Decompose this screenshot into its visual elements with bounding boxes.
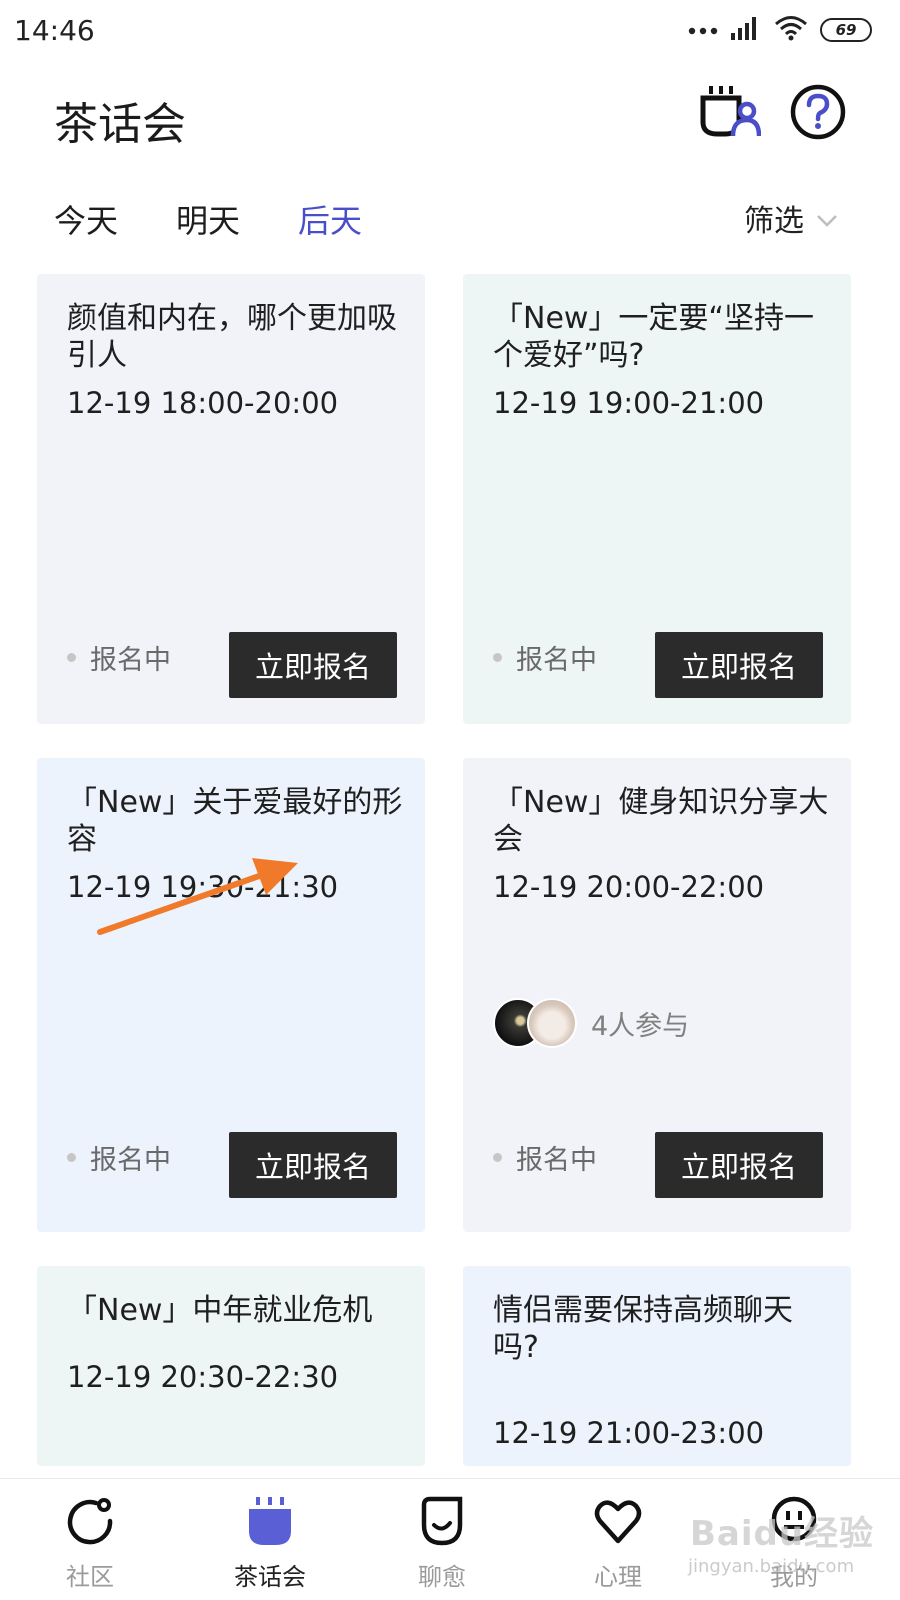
community-icon (66, 1495, 114, 1547)
tea-cup-person-icon (699, 84, 762, 144)
event-title: 「New」关于爱最好的形容 (67, 785, 403, 857)
participant-count: 4人参与 (591, 1010, 690, 1042)
help-button[interactable] (786, 82, 850, 146)
event-title: 「New」中年就业危机 (67, 1293, 373, 1328)
nav-item-community[interactable]: 社区 (30, 1479, 150, 1600)
status-dot (67, 653, 76, 662)
registration-status: 报名中 (493, 638, 597, 677)
event-time: 12-19 20:00-22:00 (493, 870, 765, 904)
question-circle-icon (789, 83, 847, 145)
status-bar: 14:46 69 (0, 0, 900, 64)
profile-face-icon (770, 1495, 818, 1547)
event-card[interactable]: 情侣需要保持高频聊天吗? 12-19 21:00-23:00 (463, 1266, 851, 1466)
registration-status: 报名中 (67, 638, 171, 677)
tab-day-after-tomorrow[interactable]: 后天 (298, 196, 362, 240)
event-time: 12-19 19:00-21:00 (493, 386, 765, 420)
status-dot (67, 1153, 76, 1162)
event-time: 12-19 21:00-23:00 (493, 1416, 765, 1450)
nav-label: 茶话会 (234, 1563, 306, 1591)
status-label: 报名中 (90, 1145, 171, 1176)
event-card[interactable]: 「New」中年就业危机 12-19 20:30-22:30 (37, 1266, 425, 1466)
register-button[interactable]: 立即报名 (655, 1132, 823, 1198)
status-time: 14:46 (14, 14, 95, 47)
nav-label: 心理 (594, 1563, 642, 1591)
nav-label: 社区 (66, 1563, 114, 1591)
event-title: 颜值和内在，哪个更加吸引人 (67, 301, 397, 373)
event-title: 「New」一定要“坚持一个爱好”吗? (493, 301, 814, 373)
participants: 4人参与 (493, 998, 689, 1048)
event-card[interactable]: 「New」关于爱最好的形容 12-19 19:30-21:30 报名中 立即报名 (37, 758, 425, 1232)
nav-item-chat-heal[interactable]: 聊愈 (382, 1479, 502, 1600)
wifi-icon (774, 15, 808, 45)
avatar (527, 998, 577, 1048)
chevron-down-icon (816, 201, 838, 236)
event-title: 「New」健身知识分享大会 (493, 785, 829, 857)
event-card[interactable]: 颜值和内在，哪个更加吸引人 12-19 18:00-20:00 报名中 立即报名 (37, 274, 425, 724)
nav-label: 我的 (770, 1563, 818, 1591)
bottom-nav: 社区 茶话会 聊愈 心理 我的 (0, 1478, 900, 1600)
status-dot (493, 653, 502, 662)
registration-status: 报名中 (493, 1138, 597, 1177)
nav-item-psychology[interactable]: 心理 (558, 1479, 678, 1600)
heart-icon (594, 1495, 642, 1547)
filter-dropdown[interactable]: 筛选 (744, 196, 838, 240)
day-tabs: 今天 明天 后天 (54, 196, 362, 240)
event-card[interactable]: 「New」健身知识分享大会 12-19 20:00-22:00 4人参与 报名中… (463, 758, 851, 1232)
status-label: 报名中 (516, 1145, 597, 1176)
my-tea-party-button[interactable] (698, 82, 762, 146)
event-card-grid: 颜值和内在，哪个更加吸引人 12-19 18:00-20:00 报名中 立即报名… (0, 0, 900, 1600)
register-button[interactable]: 立即报名 (229, 632, 397, 698)
tea-party-icon (246, 1495, 294, 1547)
more-dots-icon (688, 21, 718, 40)
filter-label: 筛选 (744, 204, 804, 239)
register-button[interactable]: 立即报名 (229, 1132, 397, 1198)
nav-label: 聊愈 (418, 1563, 466, 1591)
registration-status: 报名中 (67, 1138, 171, 1177)
event-title: 情侣需要保持高频聊天吗? (493, 1293, 793, 1365)
event-time: 12-19 19:30-21:30 (67, 870, 339, 904)
battery-indicator: 69 (820, 18, 872, 42)
event-card[interactable]: 「New」一定要“坚持一个爱好”吗? 12-19 19:00-21:00 报名中… (463, 274, 851, 724)
tab-today[interactable]: 今天 (54, 196, 118, 240)
nav-item-profile[interactable]: 我的 (734, 1479, 854, 1600)
status-label: 报名中 (90, 645, 171, 676)
status-dot (493, 1153, 502, 1162)
register-button[interactable]: 立即报名 (655, 632, 823, 698)
status-icons: 69 (688, 14, 872, 46)
chat-heal-icon (418, 1495, 466, 1547)
tab-tomorrow[interactable]: 明天 (176, 196, 240, 240)
nav-item-tea-party[interactable]: 茶话会 (210, 1479, 330, 1600)
signal-icon (730, 15, 762, 45)
event-time: 12-19 20:30-22:30 (67, 1360, 339, 1394)
event-time: 12-19 18:00-20:00 (67, 386, 339, 420)
status-label: 报名中 (516, 645, 597, 676)
page-title: 茶话会 (54, 99, 186, 150)
